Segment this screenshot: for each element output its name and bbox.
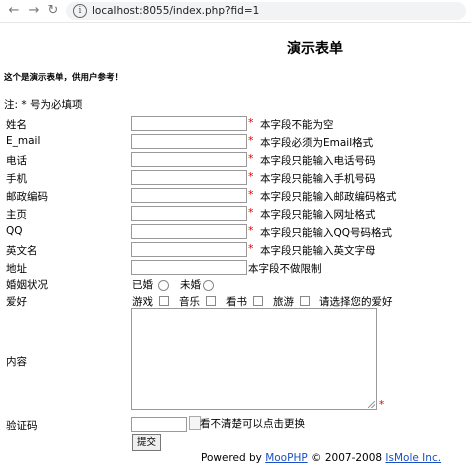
postcode-input[interactable] xyxy=(131,188,247,203)
english-name-required-star: * xyxy=(248,242,254,255)
mobile-input[interactable] xyxy=(131,170,247,185)
unmarried-label: 未婚 xyxy=(180,279,201,291)
homepage-required-star: * xyxy=(248,206,254,219)
page-title: 演示表单 xyxy=(287,41,343,57)
hobby-game-checkbox[interactable] xyxy=(159,296,169,306)
content-required-star: * xyxy=(379,399,385,411)
qq-hint: 本字段只能输入QQ号码格式 xyxy=(260,227,393,239)
email-label: E_mail xyxy=(6,135,41,147)
hobby-game-label: 游戏 xyxy=(132,296,153,308)
captcha-label: 验证码 xyxy=(6,420,38,432)
hobby-label: 爱好 xyxy=(6,296,27,308)
postcode-label: 邮政编码 xyxy=(6,191,48,203)
marital-label: 婚姻状况 xyxy=(6,279,48,291)
phone-hint: 本字段只能输入电话号码 xyxy=(260,155,376,167)
ismole-link[interactable]: IsMole Inc. xyxy=(385,452,441,464)
name-required-star: * xyxy=(248,116,254,129)
captcha-image-alt[interactable]: 看不清楚可以点击更换 xyxy=(200,416,305,431)
email-hint: 本字段必须为Email格式 xyxy=(260,137,374,149)
back-arrow-icon[interactable]: ← xyxy=(6,3,22,19)
content-label: 内容 xyxy=(6,356,27,368)
english-name-label: 英文名 xyxy=(6,245,38,257)
required-note: 注: * 号为必填项 xyxy=(4,99,83,111)
email-required-star: * xyxy=(248,134,254,147)
footer-copyright: © 2007-2008 xyxy=(307,452,386,464)
name-label: 姓名 xyxy=(6,119,27,131)
resize-grip-icon[interactable] xyxy=(368,401,375,408)
address-label: 地址 xyxy=(6,263,27,275)
qq-label: QQ xyxy=(6,225,23,237)
phone-label: 电话 xyxy=(6,155,27,167)
content-textarea[interactable] xyxy=(131,308,377,410)
address-hint: 本字段不做限制 xyxy=(248,263,322,275)
homepage-label: 主页 xyxy=(6,209,27,221)
moophp-link[interactable]: MooPHP xyxy=(265,452,307,464)
qq-input[interactable] xyxy=(131,224,247,239)
postcode-hint: 本字段只能输入邮政编码格式 xyxy=(260,191,397,203)
unmarried-radio[interactable] xyxy=(203,280,214,291)
qq-required-star: * xyxy=(248,224,254,237)
email-input[interactable] xyxy=(131,134,247,149)
address-url: localhost:8055/index.php?fid=1 xyxy=(92,5,260,17)
mobile-required-star: * xyxy=(248,170,254,183)
english-name-hint: 本字段只能输入英文字母 xyxy=(260,245,376,257)
address-input[interactable] xyxy=(131,260,247,275)
hobby-hint: 请选择您的爱好 xyxy=(319,296,393,308)
name-hint: 本字段不能为空 xyxy=(260,119,334,131)
homepage-hint: 本字段只能输入网址格式 xyxy=(260,209,376,221)
submit-button[interactable]: 提交 xyxy=(132,434,162,451)
name-input[interactable] xyxy=(131,116,247,131)
phone-required-star: * xyxy=(248,152,254,165)
married-label: 已婚 xyxy=(132,279,153,291)
postcode-required-star: * xyxy=(248,188,254,201)
hobby-reading-label: 看书 xyxy=(226,296,247,308)
hobby-reading-checkbox[interactable] xyxy=(253,296,263,306)
address-bar[interactable]: i localhost:8055/index.php?fid=1 xyxy=(66,2,466,20)
mobile-hint: 本字段只能输入手机号码 xyxy=(260,173,376,185)
homepage-input[interactable] xyxy=(131,206,247,221)
info-icon[interactable]: i xyxy=(73,4,87,18)
married-radio[interactable] xyxy=(158,280,169,291)
hobby-travel-checkbox[interactable] xyxy=(300,296,310,306)
mobile-label: 手机 xyxy=(6,173,27,185)
footer: Powered by MooPHP © 2007-2008 IsMole Inc… xyxy=(201,452,441,464)
phone-input[interactable] xyxy=(131,152,247,167)
forward-arrow-icon[interactable]: → xyxy=(26,3,42,19)
hobby-music-label: 音乐 xyxy=(179,296,200,308)
english-name-input[interactable] xyxy=(131,242,247,257)
footer-prefix: Powered by xyxy=(201,452,266,464)
reload-icon[interactable]: ↻ xyxy=(45,3,61,19)
hobby-travel-label: 旅游 xyxy=(273,296,294,308)
browser-toolbar: ← → ↻ i localhost:8055/index.php?fid=1 xyxy=(0,0,471,23)
form-description: 这个是演示表单，供用户参考！ xyxy=(4,73,124,83)
hobby-music-checkbox[interactable] xyxy=(206,296,216,306)
captcha-input[interactable] xyxy=(131,417,187,432)
